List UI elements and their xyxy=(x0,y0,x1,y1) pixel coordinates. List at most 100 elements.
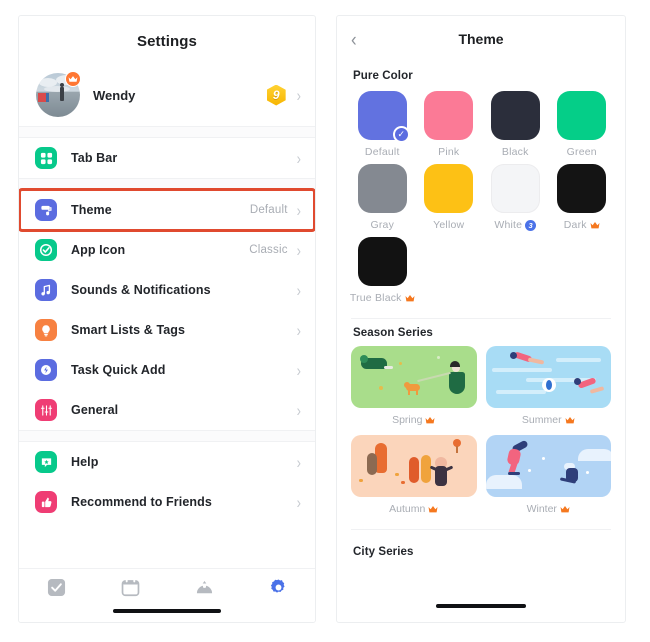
swatch-green[interactable]: Green xyxy=(549,91,616,158)
pomodoro-tab[interactable] xyxy=(181,578,227,602)
swatch-white[interactable]: White 3 xyxy=(482,164,549,231)
pomodoro-icon xyxy=(195,578,214,602)
chevron-right-icon: › xyxy=(296,360,301,380)
theme-screen: ‹ Theme Pure Color ✓ Default Pink Black xyxy=(336,15,626,623)
group-gap xyxy=(19,126,315,138)
swatch-label: Pink xyxy=(438,146,460,158)
sidebar-item-label: Recommend to Friends xyxy=(71,495,212,509)
bottom-tab-bar xyxy=(19,568,315,622)
chevron-right-icon: › xyxy=(296,148,301,168)
sidebar-item-tab-bar[interactable]: Tab Bar › xyxy=(19,138,315,178)
crown-icon xyxy=(565,416,575,425)
swatch-pink[interactable]: Pink xyxy=(416,91,483,158)
chevron-right-icon: › xyxy=(296,280,301,300)
chevron-right-icon: › xyxy=(296,240,301,260)
settings-group-1: Tab Bar › xyxy=(19,138,315,178)
swatch-label: Default xyxy=(364,146,400,158)
swatch-color[interactable] xyxy=(357,237,407,286)
paint-roller-icon xyxy=(35,199,57,221)
sidebar-item-label: App Icon xyxy=(71,243,126,257)
autumn-illustration[interactable] xyxy=(351,435,477,497)
swatch-label: Green xyxy=(566,146,597,158)
profile-name: Wendy xyxy=(93,87,136,103)
sidebar-item-general[interactable]: General › xyxy=(19,390,315,430)
swatch-color[interactable] xyxy=(490,164,540,213)
chevron-right-icon: › xyxy=(296,200,301,220)
sidebar-item-recommend-to-friends[interactable]: Recommend to Friends › xyxy=(19,482,315,522)
sidebar-item-task-quick-add[interactable]: Task Quick Add › xyxy=(19,350,315,390)
sidebar-item-label: Theme xyxy=(71,203,112,217)
avatar[interactable] xyxy=(36,71,81,117)
swatch-dark[interactable]: Dark xyxy=(549,164,616,231)
music-note-icon xyxy=(35,279,57,301)
level-badge: 9 xyxy=(266,84,286,106)
calendar-icon xyxy=(121,578,140,602)
sidebar-item-label: Smart Lists & Tags xyxy=(71,323,186,337)
grid-icon xyxy=(35,147,57,169)
swatch-color[interactable] xyxy=(357,164,407,213)
theme-spring[interactable]: Spring xyxy=(351,346,477,426)
swatch-yellow[interactable]: Yellow xyxy=(416,164,483,231)
sidebar-item-help[interactable]: Help › xyxy=(19,442,315,482)
swatch-color[interactable] xyxy=(557,164,607,213)
sidebar-item-app-icon[interactable]: App Icon Classic › xyxy=(19,230,315,270)
checkbox-icon xyxy=(47,578,66,602)
crown-icon xyxy=(560,505,570,514)
theme-autumn[interactable]: Autumn xyxy=(351,435,477,515)
profile-row[interactable]: Wendy 9 › xyxy=(19,64,315,126)
theme-label: Winter xyxy=(527,503,570,515)
sidebar-item-value: Classic xyxy=(249,244,288,256)
sliders-icon xyxy=(35,399,57,421)
crown-icon xyxy=(405,294,415,303)
winter-illustration[interactable] xyxy=(485,435,611,497)
swatch-color[interactable] xyxy=(490,91,540,140)
swatch-gray[interactable]: Gray xyxy=(349,164,416,231)
tasks-tab[interactable] xyxy=(33,578,79,602)
sidebar-item-label: Task Quick Add xyxy=(71,363,166,377)
spring-illustration[interactable] xyxy=(351,346,477,408)
group-gap xyxy=(19,178,315,190)
swatch-color[interactable] xyxy=(557,91,607,140)
chevron-right-icon: › xyxy=(296,85,301,105)
theme-summer[interactable]: Summer xyxy=(485,346,611,426)
swatch-label: Yellow xyxy=(433,219,465,231)
lightbulb-icon xyxy=(35,319,57,341)
theme-winter[interactable]: Winter xyxy=(485,435,611,515)
chevron-right-icon: › xyxy=(296,492,301,512)
crown-icon xyxy=(428,505,438,514)
chevron-left-icon[interactable]: ‹ xyxy=(351,29,357,49)
chat-star-icon xyxy=(35,451,57,473)
page-title: Settings xyxy=(137,33,197,50)
swatch-default[interactable]: ✓ Default xyxy=(349,91,416,158)
swatch-color[interactable] xyxy=(424,164,474,213)
chevron-right-icon: › xyxy=(296,320,301,340)
chevron-right-icon: › xyxy=(296,452,301,472)
settings-group-2: Theme Default › App Icon Classic › Sound… xyxy=(19,188,315,430)
swatch-color[interactable]: ✓ xyxy=(357,91,410,143)
theme-header: ‹ Theme xyxy=(337,16,625,62)
section-title-pure-color: Pure Color xyxy=(353,70,413,82)
swatch-true-black[interactable]: True Black xyxy=(349,237,416,304)
sidebar-item-value: Default xyxy=(249,204,288,216)
count-badge: 3 xyxy=(525,219,537,231)
sidebar-item-sounds-notifications[interactable]: Sounds & Notifications › xyxy=(19,270,315,310)
swatch-color[interactable] xyxy=(424,91,474,140)
home-indicator xyxy=(436,604,526,608)
swatch-label: True Black xyxy=(350,292,415,304)
sidebar-item-smart-lists-tags[interactable]: Smart Lists & Tags › xyxy=(19,310,315,350)
gear-icon xyxy=(269,578,288,602)
sidebar-item-label: Help xyxy=(71,455,99,469)
thumbs-up-icon xyxy=(35,491,57,513)
group-gap xyxy=(19,430,315,442)
chevron-right-icon: › xyxy=(296,400,301,420)
calendar-tab[interactable] xyxy=(107,578,153,602)
section-title-city-series: City Series xyxy=(337,530,625,560)
swatch-label: White 3 xyxy=(494,219,537,231)
sidebar-item-theme[interactable]: Theme Default › xyxy=(19,190,315,230)
sparkle-icon xyxy=(35,359,57,381)
settings-tab[interactable] xyxy=(255,578,301,602)
section-title-season-series: Season Series xyxy=(353,327,433,339)
swatch-black[interactable]: Black xyxy=(482,91,549,158)
summer-illustration[interactable] xyxy=(485,346,611,408)
theme-label: Summer xyxy=(522,414,575,426)
